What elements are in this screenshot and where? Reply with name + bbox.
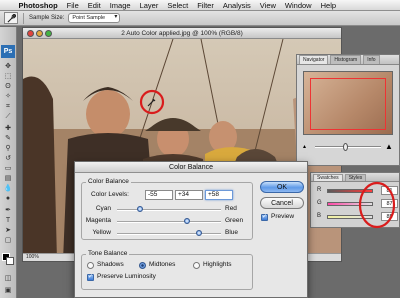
preserve-luminosity-label: Preserve Luminosity (97, 273, 156, 280)
preserve-luminosity-checkbox[interactable]: ✓ (87, 274, 94, 281)
shape-tool-icon[interactable]: ▢ (3, 237, 13, 245)
highlights-radio[interactable] (193, 262, 200, 269)
preview-label: Preview (271, 213, 295, 220)
menu-view[interactable]: View (255, 1, 280, 10)
pen-tool-icon[interactable]: ✒ (3, 207, 13, 215)
zoom-slider-knob[interactable] (343, 143, 348, 151)
divider (23, 12, 24, 24)
crop-tool-icon[interactable]: ⌗ (3, 103, 13, 111)
eyedropper-tool-preset-icon[interactable] (4, 12, 18, 24)
path-selection-tool-icon[interactable]: ➤ (3, 227, 13, 235)
yellow-blue-level-field[interactable]: +58 (205, 190, 233, 200)
tab-swatches[interactable]: Swatches (313, 174, 343, 181)
move-tool-icon[interactable]: ✥ (3, 63, 13, 71)
type-tool-icon[interactable]: T (3, 217, 13, 225)
green-label: Green (225, 217, 244, 224)
cyan-red-slider-track[interactable] (117, 209, 221, 211)
document-title: 2 Auto Color applied.jpg @ 100% (RGB/8) (121, 30, 243, 37)
menu-image[interactable]: Image (105, 1, 135, 10)
zoom-slider-track[interactable] (315, 146, 381, 148)
red-channel-label: R (317, 187, 322, 193)
magic-wand-tool-icon[interactable]: ✧ (3, 93, 13, 101)
navigator-thumbnail[interactable] (303, 71, 393, 135)
color-balance-dialog: Color Balance Color Balance Color Levels… (74, 161, 308, 298)
menu-photoshop[interactable]: Photoshop (14, 1, 62, 10)
cancel-button[interactable]: Cancel (260, 197, 304, 209)
zoom-out-icon[interactable]: ▴ (303, 143, 306, 150)
history-brush-tool-icon[interactable]: ↺ (3, 155, 13, 163)
color-levels-label: Color Levels: (91, 191, 129, 198)
shadows-label: Shadows (97, 261, 124, 268)
tools-palette: Ps ✥ ⬚ ʘ ✧ ⌗ ⟋ ✚ ✎ ⚲ ↺ ▭ ▤ 💧 ● ✒ T ➤ ▢ ◫… (0, 27, 17, 298)
navigator-view-box[interactable] (310, 78, 386, 130)
zoom-window-button[interactable] (45, 30, 52, 37)
yellow-blue-slider-track[interactable] (117, 233, 221, 235)
cyan-label: Cyan (95, 205, 111, 212)
tab-histogram[interactable]: Histogram (330, 55, 362, 64)
zoom-level[interactable]: 100% (26, 254, 39, 260)
menu-help[interactable]: Help (316, 1, 340, 10)
tab-navigator[interactable]: Navigator (299, 55, 329, 64)
ok-button[interactable]: OK (260, 181, 304, 193)
clone-stamp-tool-icon[interactable]: ⚲ (3, 145, 13, 153)
highlights-label: Highlights (203, 261, 232, 268)
midtones-label: Midtones (149, 261, 176, 268)
close-window-button[interactable] (27, 30, 34, 37)
options-bar: Sample Size: Point Sample (0, 11, 400, 26)
red-highlight-oval (358, 181, 396, 229)
brush-tool-icon[interactable]: ✎ (3, 135, 13, 143)
color-balance-group-title: Color Balance (86, 178, 131, 185)
sample-size-label: Sample Size: (29, 15, 65, 21)
zoom-in-icon[interactable]: ▲ (385, 142, 393, 151)
menu-file[interactable]: File (62, 1, 83, 10)
tab-styles[interactable]: Styles (344, 174, 367, 181)
shadows-radio[interactable] (87, 262, 94, 269)
screen-mode-icon[interactable]: ▣ (3, 287, 13, 295)
blue-label: Blue (225, 229, 239, 236)
menu-window[interactable]: Window (280, 1, 316, 10)
navigator-zoom-control: ▴ ▲ (303, 142, 393, 151)
magenta-green-level-field[interactable]: +34 (175, 190, 203, 200)
eraser-tool-icon[interactable]: ▭ (3, 165, 13, 173)
preview-checkbox[interactable]: ✓ (261, 214, 268, 221)
magenta-green-slider-knob[interactable] (183, 218, 190, 224)
green-channel-label: G (317, 200, 322, 206)
minimize-window-button[interactable] (36, 30, 43, 37)
menu-layer[interactable]: Layer (135, 1, 163, 10)
healing-brush-tool-icon[interactable]: ✚ (3, 125, 13, 133)
tone-balance-group-title: Tone Balance (86, 250, 130, 257)
cyan-red-level-field[interactable]: -55 (145, 190, 173, 200)
blue-channel-label: B (317, 213, 322, 219)
menu-filter[interactable]: Filter (193, 1, 219, 10)
magenta-green-slider-track[interactable] (117, 221, 221, 223)
quick-mask-icon[interactable]: ◫ (3, 275, 13, 283)
red-label: Red (225, 205, 237, 212)
navigator-tabs: Navigator Histogram Info (297, 55, 399, 65)
document-title-bar: 2 Auto Color applied.jpg @ 100% (RGB/8) (23, 28, 341, 39)
slice-tool-icon[interactable]: ⟋ (3, 113, 13, 121)
tab-info[interactable]: Info (363, 55, 380, 64)
yellow-label: Yellow (92, 229, 111, 236)
tone-balance-group (81, 254, 253, 290)
gradient-tool-icon[interactable]: ▤ (3, 175, 13, 183)
navigator-panel: Navigator Histogram Info ▴ ▲ (296, 54, 400, 166)
midtones-radio[interactable] (139, 262, 146, 269)
menu-select[interactable]: Select (163, 1, 193, 10)
photoshop-screen: Photoshop File Edit Image Layer Select F… (0, 0, 400, 298)
background-color-swatch[interactable] (6, 257, 14, 265)
dodge-tool-icon[interactable]: ● (3, 195, 13, 203)
marquee-tool-icon[interactable]: ⬚ (3, 73, 13, 81)
menu-edit[interactable]: Edit (83, 1, 105, 10)
menu-analysis[interactable]: Analysis (218, 1, 255, 10)
blur-tool-icon[interactable]: 💧 (3, 185, 13, 193)
sample-size-select[interactable]: Point Sample (68, 13, 121, 23)
photoshop-logo: Ps (1, 45, 15, 58)
lasso-tool-icon[interactable]: ʘ (3, 83, 13, 91)
magenta-label: Magenta (85, 217, 111, 224)
dialog-title: Color Balance (75, 162, 307, 173)
menu-bar: Photoshop File Edit Image Layer Select F… (0, 0, 400, 11)
